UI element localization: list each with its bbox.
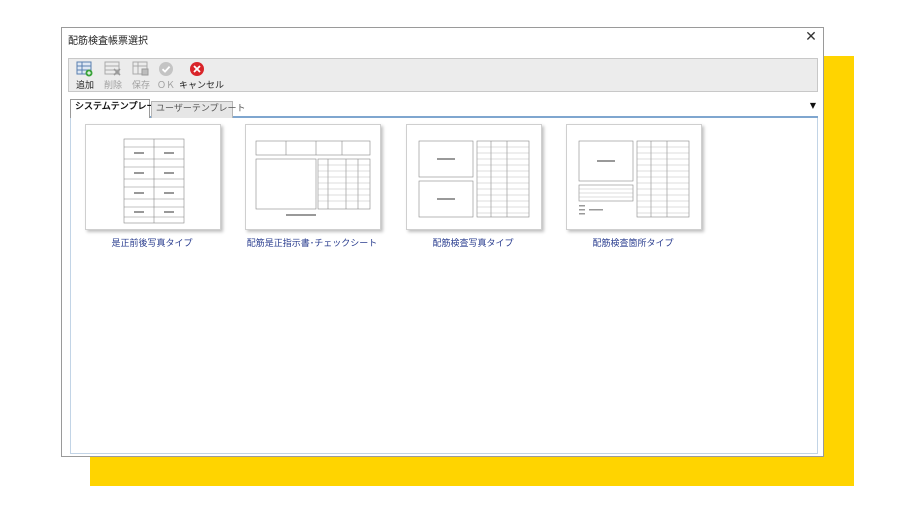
- template-label: 是正前後写真タイプ: [111, 239, 193, 249]
- add-button[interactable]: 追加: [73, 61, 97, 91]
- template-thumbnail-icon: [245, 124, 381, 230]
- template-tile[interactable]: 配筋検査箇所タイプ: [552, 124, 702, 249]
- dialog-title: 配筋検査帳票選択: [68, 36, 148, 47]
- add-label: 追加: [75, 81, 94, 91]
- save-label: 保存: [131, 81, 150, 91]
- close-button[interactable]: ✕: [803, 29, 819, 45]
- template-label: 配筋検査写真タイプ: [432, 239, 514, 249]
- cancel-circle-icon: [190, 62, 204, 76]
- ok-button[interactable]: ＯＫ: [155, 61, 177, 91]
- template-gallery: 是正前後写真タイプ 配筋是正指示書･チェックシート 配筋検査写真タイプ 配筋検査…: [70, 118, 818, 454]
- delete-button[interactable]: 削除: [101, 61, 125, 91]
- save-table-icon: [132, 61, 149, 76]
- toolbar: 追加 削除 保存 ＯＫ キャンセル: [68, 58, 818, 92]
- cancel-label: キャンセル: [179, 81, 225, 91]
- template-label: 配筋検査箇所タイプ: [592, 239, 674, 249]
- template-tabs: システムテンプレート ユーザーテンプレート ▼: [70, 98, 818, 118]
- delete-label: 削除: [103, 81, 122, 91]
- template-thumbnail-icon: [85, 124, 221, 230]
- delete-table-icon: [104, 61, 121, 76]
- template-tile[interactable]: 配筋是正指示書･チェックシート: [231, 124, 381, 249]
- template-select-dialog: 配筋検査帳票選択 ✕ 追加 削除 保存 ＯＫ キャンセル システムテンプレート …: [61, 27, 824, 457]
- tabs-dropdown-icon[interactable]: ▼: [810, 101, 816, 110]
- tab-user-templates[interactable]: ユーザーテンプレート: [151, 101, 246, 118]
- template-thumbnail-icon: [406, 124, 542, 230]
- template-thumbnail-icon: [566, 124, 702, 230]
- ok-label: ＯＫ: [156, 81, 175, 91]
- template-label: 配筋是正指示書･チェックシート: [246, 239, 378, 249]
- check-circle-icon: [159, 62, 173, 76]
- title-bar: 配筋検査帳票選択 ✕: [62, 28, 823, 48]
- save-button[interactable]: 保存: [129, 61, 153, 91]
- cancel-button[interactable]: キャンセル: [179, 61, 225, 91]
- add-table-icon: [76, 61, 93, 77]
- tab-system-templates[interactable]: システムテンプレート: [70, 99, 164, 118]
- template-tile[interactable]: 是正前後写真タイプ: [71, 124, 221, 249]
- template-tile[interactable]: 配筋検査写真タイプ: [392, 124, 542, 249]
